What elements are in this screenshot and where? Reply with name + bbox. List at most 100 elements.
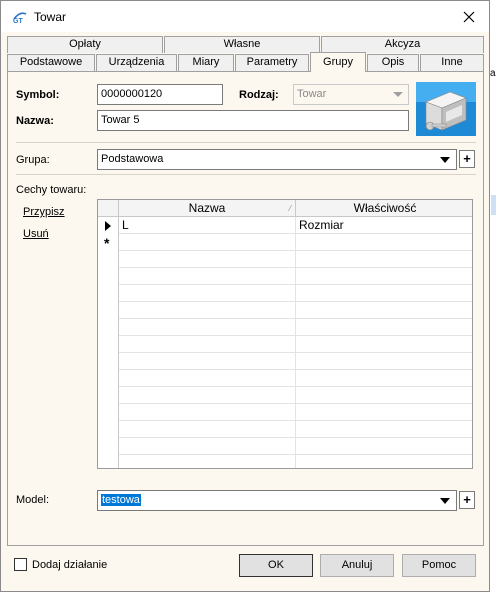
- column-header-wlasciwosc[interactable]: Właściwość: [296, 200, 472, 217]
- row-header[interactable]: [98, 370, 119, 387]
- row-header[interactable]: [98, 217, 119, 234]
- tab-oplaty[interactable]: Opłaty: [7, 36, 163, 53]
- cell-wlasciwosc[interactable]: [296, 319, 472, 336]
- model-select[interactable]: testowa: [97, 490, 457, 511]
- row-header[interactable]: [98, 353, 119, 370]
- cell-nazwa[interactable]: [119, 251, 296, 268]
- cell-wlasciwosc[interactable]: [296, 353, 472, 370]
- grupa-label: Grupa:: [16, 154, 50, 166]
- row-header[interactable]: [98, 336, 119, 353]
- cell-nazwa[interactable]: [119, 455, 296, 468]
- nazwa-field[interactable]: Towar 5: [97, 110, 409, 131]
- row-header[interactable]: [98, 285, 119, 302]
- cell-nazwa[interactable]: [119, 336, 296, 353]
- cell-wlasciwosc[interactable]: [296, 421, 472, 438]
- row-header[interactable]: [98, 268, 119, 285]
- row-header[interactable]: [98, 455, 119, 468]
- cell-nazwa[interactable]: [119, 285, 296, 302]
- tab-grupy[interactable]: Grupy: [310, 52, 366, 72]
- product-image: [416, 82, 476, 136]
- przypisz-link[interactable]: Przypisz: [23, 206, 65, 218]
- table-row[interactable]: L Rozmiar: [98, 217, 472, 234]
- row-header[interactable]: [98, 421, 119, 438]
- cell-wlasciwosc[interactable]: Rozmiar: [296, 217, 472, 234]
- cell-nazwa[interactable]: [119, 421, 296, 438]
- table-row[interactable]: *: [98, 234, 472, 251]
- cell-wlasciwosc[interactable]: [296, 302, 472, 319]
- cell-nazwa[interactable]: [119, 319, 296, 336]
- tab-miary[interactable]: Miary: [178, 54, 234, 71]
- rodzaj-label: Rodzaj:: [239, 89, 279, 101]
- towar-dialog: GT Towar Opłaty Własne Akcyza Podstawowe…: [0, 0, 490, 592]
- cell-wlasciwosc[interactable]: [296, 455, 472, 468]
- usun-link[interactable]: Usuń: [23, 228, 49, 240]
- cell-wlasciwosc[interactable]: [296, 251, 472, 268]
- table-row[interactable]: [98, 336, 472, 353]
- tab-podstawowe[interactable]: Podstawowe: [7, 54, 95, 71]
- symbol-field[interactable]: 0000000120: [97, 84, 223, 105]
- row-header[interactable]: [98, 404, 119, 421]
- cancel-button[interactable]: Anuluj: [320, 554, 394, 577]
- cell-wlasciwosc[interactable]: [296, 387, 472, 404]
- column-header-nazwa[interactable]: Nazwa ⁄: [119, 200, 296, 217]
- gt-logo-icon: GT: [13, 12, 27, 24]
- column-header-label: Nazwa: [188, 201, 226, 215]
- help-button[interactable]: Pomoc: [402, 554, 476, 577]
- cell-wlasciwosc[interactable]: [296, 438, 472, 455]
- tab-page-grupy: Symbol: 0000000120 Rodzaj: Towar Nazwa: …: [7, 71, 484, 546]
- rodzaj-value: Towar: [297, 88, 327, 100]
- cell-wlasciwosc[interactable]: [296, 404, 472, 421]
- row-header[interactable]: [98, 319, 119, 336]
- table-row[interactable]: [98, 302, 472, 319]
- dodaj-dzialanie-checkbox[interactable]: [14, 558, 27, 571]
- add-model-button[interactable]: +: [459, 491, 475, 509]
- cell-wlasciwosc[interactable]: [296, 285, 472, 302]
- table-row[interactable]: [98, 319, 472, 336]
- add-grupa-button[interactable]: +: [459, 150, 475, 168]
- grid-header: Nazwa ⁄ Właściwość: [98, 200, 472, 217]
- row-header[interactable]: [98, 251, 119, 268]
- background-selection: [491, 195, 496, 215]
- tab-urzadzenia[interactable]: Urządzenia: [96, 54, 177, 71]
- separator: [16, 142, 476, 143]
- table-row[interactable]: [98, 387, 472, 404]
- tab-wlasne[interactable]: Własne: [164, 36, 320, 53]
- grupa-select[interactable]: Podstawowa: [97, 149, 457, 170]
- cell-nazwa[interactable]: [119, 387, 296, 404]
- row-header[interactable]: [98, 438, 119, 455]
- cell-wlasciwosc[interactable]: [296, 336, 472, 353]
- row-header[interactable]: [98, 302, 119, 319]
- tab-parametry[interactable]: Parametry: [235, 54, 309, 71]
- cell-nazwa[interactable]: [119, 234, 296, 251]
- tab-akcyza[interactable]: Akcyza: [321, 36, 484, 53]
- separator: [16, 174, 476, 175]
- table-row[interactable]: [98, 370, 472, 387]
- cell-nazwa[interactable]: [119, 438, 296, 455]
- close-icon[interactable]: [461, 9, 477, 25]
- tab-inne[interactable]: Inne: [420, 54, 484, 71]
- table-row[interactable]: [98, 421, 472, 438]
- cell-nazwa[interactable]: [119, 268, 296, 285]
- table-row[interactable]: [98, 438, 472, 455]
- table-row[interactable]: [98, 353, 472, 370]
- rodzaj-select: Towar: [293, 84, 409, 105]
- cell-nazwa[interactable]: [119, 404, 296, 421]
- cell-nazwa[interactable]: [119, 353, 296, 370]
- cell-wlasciwosc[interactable]: [296, 370, 472, 387]
- table-row[interactable]: [98, 455, 472, 468]
- cell-wlasciwosc[interactable]: [296, 268, 472, 285]
- row-header[interactable]: [98, 387, 119, 404]
- tab-opis[interactable]: Opis: [367, 54, 419, 71]
- grupa-value: Podstawowa: [101, 153, 164, 165]
- cell-wlasciwosc[interactable]: [296, 234, 472, 251]
- table-row[interactable]: [98, 268, 472, 285]
- table-row[interactable]: [98, 285, 472, 302]
- ok-button[interactable]: OK: [239, 554, 313, 577]
- table-row[interactable]: [98, 251, 472, 268]
- table-row[interactable]: [98, 404, 472, 421]
- cell-nazwa[interactable]: [119, 370, 296, 387]
- cell-nazwa[interactable]: L: [119, 217, 296, 234]
- row-header[interactable]: *: [98, 234, 119, 251]
- svg-text:GT: GT: [13, 18, 23, 24]
- cell-nazwa[interactable]: [119, 302, 296, 319]
